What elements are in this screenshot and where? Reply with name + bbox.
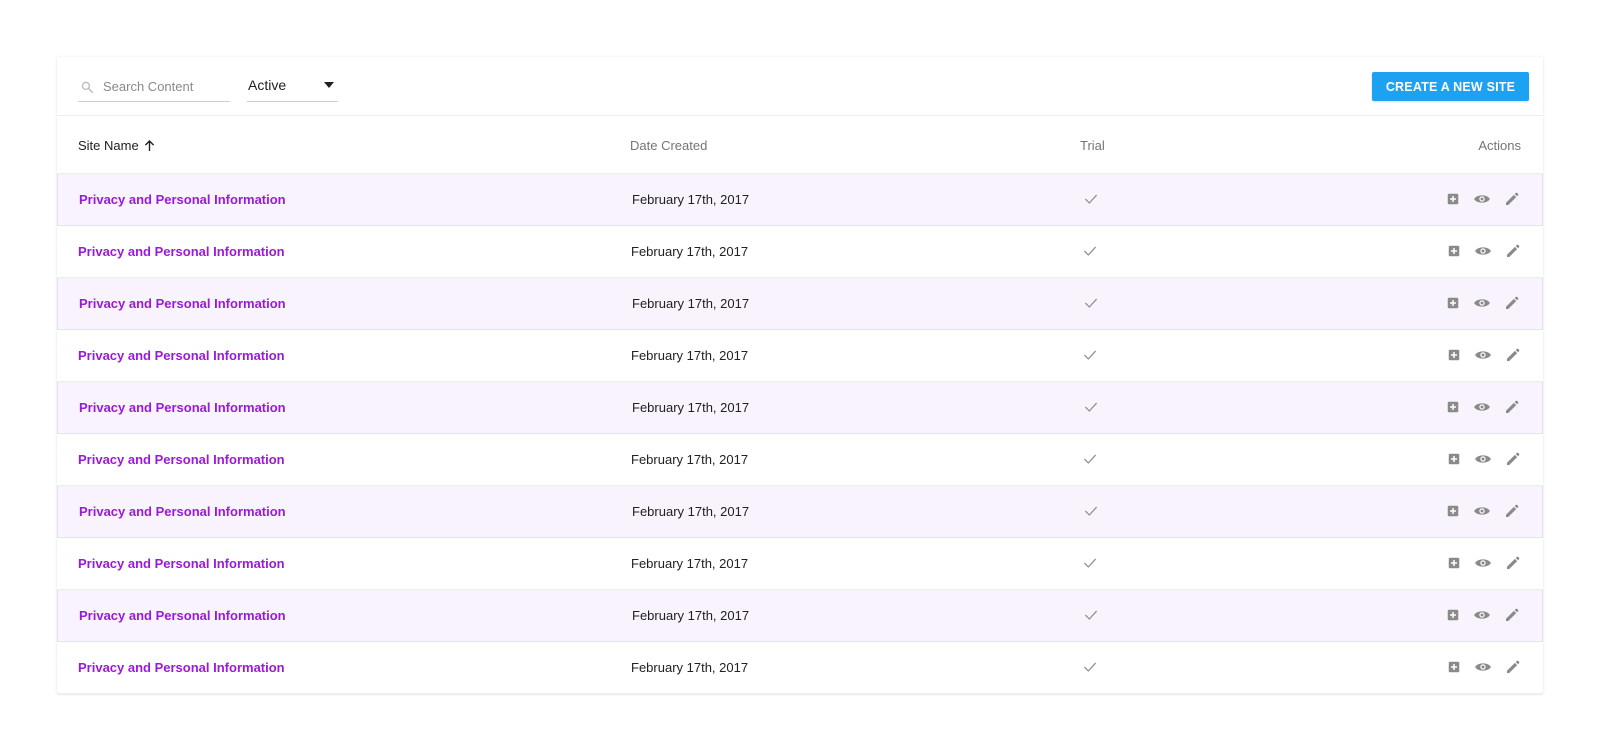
eye-icon[interactable] [1473, 190, 1491, 208]
add-box-icon[interactable] [1444, 398, 1462, 416]
column-header-actions: Actions [1478, 138, 1521, 153]
table-row: Privacy and Personal Information Februar… [57, 226, 1543, 278]
search-field[interactable] [78, 71, 230, 102]
add-box-icon[interactable] [1444, 606, 1462, 624]
date-created-cell: February 17th, 2017 [632, 608, 750, 623]
pencil-icon[interactable] [1503, 398, 1521, 416]
table-row: Privacy and Personal Information Februar… [57, 174, 1543, 226]
dropdown-arrow-icon [324, 82, 334, 88]
pencil-icon[interactable] [1504, 450, 1522, 468]
eye-icon[interactable] [1473, 398, 1491, 416]
add-box-icon[interactable] [1445, 658, 1463, 676]
date-created-cell: February 17th, 2017 [632, 296, 750, 311]
create-new-site-button[interactable]: CREATE A NEW SITE [1372, 72, 1529, 101]
check-icon [1084, 558, 1096, 568]
check-icon [1085, 402, 1097, 412]
table-row: Privacy and Personal Information Februar… [57, 486, 1543, 538]
pencil-icon[interactable] [1503, 190, 1521, 208]
date-created-cell: February 17th, 2017 [632, 504, 750, 519]
pencil-icon[interactable] [1504, 346, 1522, 364]
date-created-cell: February 17th, 2017 [631, 660, 749, 675]
check-icon [1084, 662, 1096, 672]
eye-icon[interactable] [1474, 346, 1492, 364]
table-row: Privacy and Personal Information Februar… [57, 642, 1543, 694]
add-box-icon[interactable] [1444, 502, 1462, 520]
table-header: Site Name Date Created Trial Actions [57, 116, 1543, 174]
date-created-cell: February 17th, 2017 [631, 244, 749, 259]
eye-icon[interactable] [1473, 606, 1491, 624]
add-box-icon[interactable] [1445, 554, 1463, 572]
site-name-link[interactable]: Privacy and Personal Information [79, 192, 286, 207]
pencil-icon[interactable] [1503, 294, 1521, 312]
date-created-cell: February 17th, 2017 [631, 556, 749, 571]
pencil-icon[interactable] [1504, 242, 1522, 260]
site-name-link[interactable]: Privacy and Personal Information [79, 400, 286, 415]
table-row: Privacy and Personal Information Februar… [57, 278, 1543, 330]
date-created-cell: February 17th, 2017 [632, 192, 750, 207]
site-name-link[interactable]: Privacy and Personal Information [78, 348, 285, 363]
column-header-site-name[interactable]: Site Name [78, 138, 155, 153]
check-icon [1084, 350, 1096, 360]
eye-icon[interactable] [1473, 294, 1491, 312]
date-created-cell: February 17th, 2017 [631, 348, 749, 363]
pencil-icon[interactable] [1503, 502, 1521, 520]
table-row: Privacy and Personal Information Februar… [57, 434, 1543, 486]
site-name-link[interactable]: Privacy and Personal Information [79, 296, 286, 311]
sort-ascending-arrow-icon [144, 140, 154, 152]
eye-icon[interactable] [1474, 554, 1492, 572]
table-body: Privacy and Personal Information Februar… [57, 174, 1543, 694]
eye-icon[interactable] [1474, 658, 1492, 676]
check-icon [1085, 194, 1097, 204]
check-icon [1084, 246, 1096, 256]
site-name-link[interactable]: Privacy and Personal Information [78, 244, 285, 259]
site-name-link[interactable]: Privacy and Personal Information [79, 608, 286, 623]
add-box-icon[interactable] [1445, 242, 1463, 260]
table-toolbar: Active CREATE A NEW SITE [57, 57, 1543, 116]
search-input[interactable] [103, 71, 228, 101]
table-row: Privacy and Personal Information Februar… [57, 538, 1543, 590]
status-filter-select[interactable]: Active [247, 71, 338, 102]
search-icon [81, 81, 94, 94]
table-row: Privacy and Personal Information Februar… [57, 330, 1543, 382]
pencil-icon[interactable] [1503, 606, 1521, 624]
site-name-link[interactable]: Privacy and Personal Information [79, 504, 286, 519]
check-icon [1085, 610, 1097, 620]
add-box-icon[interactable] [1444, 294, 1462, 312]
add-box-icon[interactable] [1445, 450, 1463, 468]
add-box-icon[interactable] [1444, 190, 1462, 208]
column-header-trial[interactable]: Trial [1080, 138, 1105, 153]
pencil-icon[interactable] [1504, 554, 1522, 572]
table-row: Privacy and Personal Information Februar… [57, 590, 1543, 642]
column-header-date-created[interactable]: Date Created [630, 138, 707, 153]
pencil-icon[interactable] [1504, 658, 1522, 676]
date-created-cell: February 17th, 2017 [631, 452, 749, 467]
site-name-link[interactable]: Privacy and Personal Information [78, 556, 285, 571]
check-icon [1085, 506, 1097, 516]
check-icon [1085, 298, 1097, 308]
table-row: Privacy and Personal Information Februar… [57, 382, 1543, 434]
sites-table-card: Active CREATE A NEW SITE Site Name Date … [57, 57, 1543, 694]
eye-icon[interactable] [1474, 242, 1492, 260]
column-header-site-name-label: Site Name [78, 138, 139, 153]
status-filter-value: Active [248, 77, 287, 93]
add-box-icon[interactable] [1445, 346, 1463, 364]
eye-icon[interactable] [1473, 502, 1491, 520]
check-icon [1084, 454, 1096, 464]
site-name-link[interactable]: Privacy and Personal Information [78, 452, 285, 467]
eye-icon[interactable] [1474, 450, 1492, 468]
date-created-cell: February 17th, 2017 [632, 400, 750, 415]
site-name-link[interactable]: Privacy and Personal Information [78, 660, 285, 675]
